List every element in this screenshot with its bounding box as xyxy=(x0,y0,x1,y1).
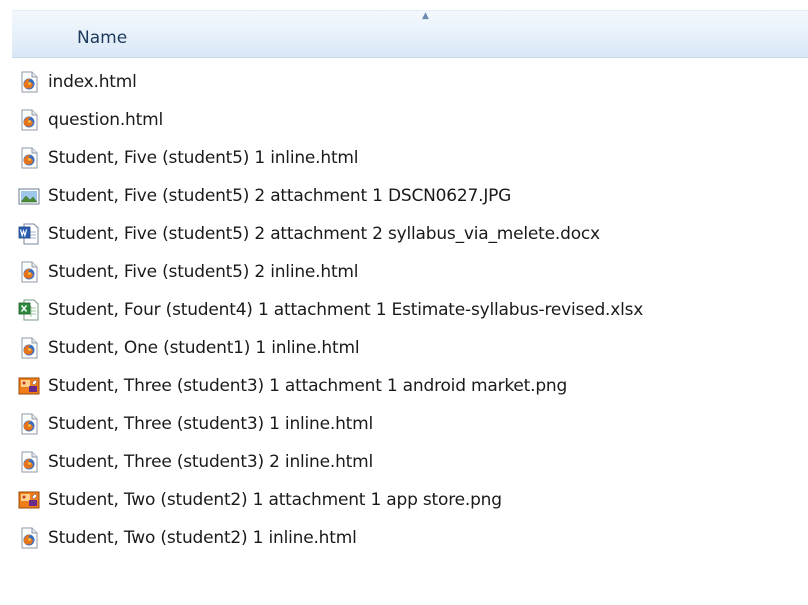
png-image-icon xyxy=(18,375,40,397)
file-row[interactable]: Student, Five (student5) 2 attachment 1 … xyxy=(18,177,803,215)
file-row[interactable]: Student, One (student1) 1 inline.html xyxy=(18,329,803,367)
file-row[interactable]: index.html xyxy=(18,63,803,101)
excel-spreadsheet-icon xyxy=(18,299,40,321)
file-name: Student, One (student1) 1 inline.html xyxy=(48,338,360,358)
firefox-html-file-icon xyxy=(18,413,40,435)
file-name: index.html xyxy=(48,72,137,92)
file-name: Student, Two (student2) 1 inline.html xyxy=(48,528,357,548)
firefox-html-file-icon xyxy=(18,109,40,131)
file-row[interactable]: question.html xyxy=(18,101,803,139)
file-name: question.html xyxy=(48,110,163,130)
file-row[interactable]: Student, Three (student3) 1 inline.html xyxy=(18,405,803,443)
file-row[interactable]: Student, Three (student3) 1 attachment 1… xyxy=(18,367,803,405)
file-explorer-window: ▲ Name index.html question.html Student, F… xyxy=(0,0,808,605)
sort-ascending-icon: ▲ xyxy=(422,11,429,21)
file-name: Student, Five (student5) 2 attachment 1 … xyxy=(48,186,512,206)
file-name: Student, Three (student3) 1 attachment 1… xyxy=(48,376,568,396)
firefox-html-file-icon xyxy=(18,451,40,473)
firefox-html-file-icon xyxy=(18,527,40,549)
png-image-icon xyxy=(18,489,40,511)
file-row[interactable]: Student, Three (student3) 2 inline.html xyxy=(18,443,803,481)
firefox-html-file-icon xyxy=(18,261,40,283)
firefox-html-file-icon xyxy=(18,147,40,169)
word-document-icon xyxy=(18,223,40,245)
file-row[interactable]: Student, Five (student5) 2 attachment 2 … xyxy=(18,215,803,253)
firefox-html-file-icon xyxy=(18,337,40,359)
file-name: Student, Four (student4) 1 attachment 1 … xyxy=(48,300,644,320)
file-row[interactable]: Student, Four (student4) 1 attachment 1 … xyxy=(18,291,803,329)
file-name: Student, Two (student2) 1 attachment 1 a… xyxy=(48,490,502,510)
file-list: index.html question.html Student, Five (st… xyxy=(18,63,803,557)
file-name: Student, Three (student3) 2 inline.html xyxy=(48,452,374,472)
file-name: Student, Five (student5) 1 inline.html xyxy=(48,148,359,168)
file-row[interactable]: Student, Two (student2) 1 inline.html xyxy=(18,519,803,557)
file-row[interactable]: Student, Two (student2) 1 attachment 1 a… xyxy=(18,481,803,519)
file-row[interactable]: Student, Five (student5) 2 inline.html xyxy=(18,253,803,291)
name-column-label: Name xyxy=(77,28,128,48)
file-row[interactable]: Student, Five (student5) 1 inline.html xyxy=(18,139,803,177)
name-column-header[interactable]: ▲ Name xyxy=(12,10,808,58)
image-file-icon xyxy=(18,185,40,207)
file-name: Student, Five (student5) 2 inline.html xyxy=(48,262,359,282)
file-name: Student, Five (student5) 2 attachment 2 … xyxy=(48,224,600,244)
firefox-html-file-icon xyxy=(18,71,40,93)
file-name: Student, Three (student3) 1 inline.html xyxy=(48,414,374,434)
